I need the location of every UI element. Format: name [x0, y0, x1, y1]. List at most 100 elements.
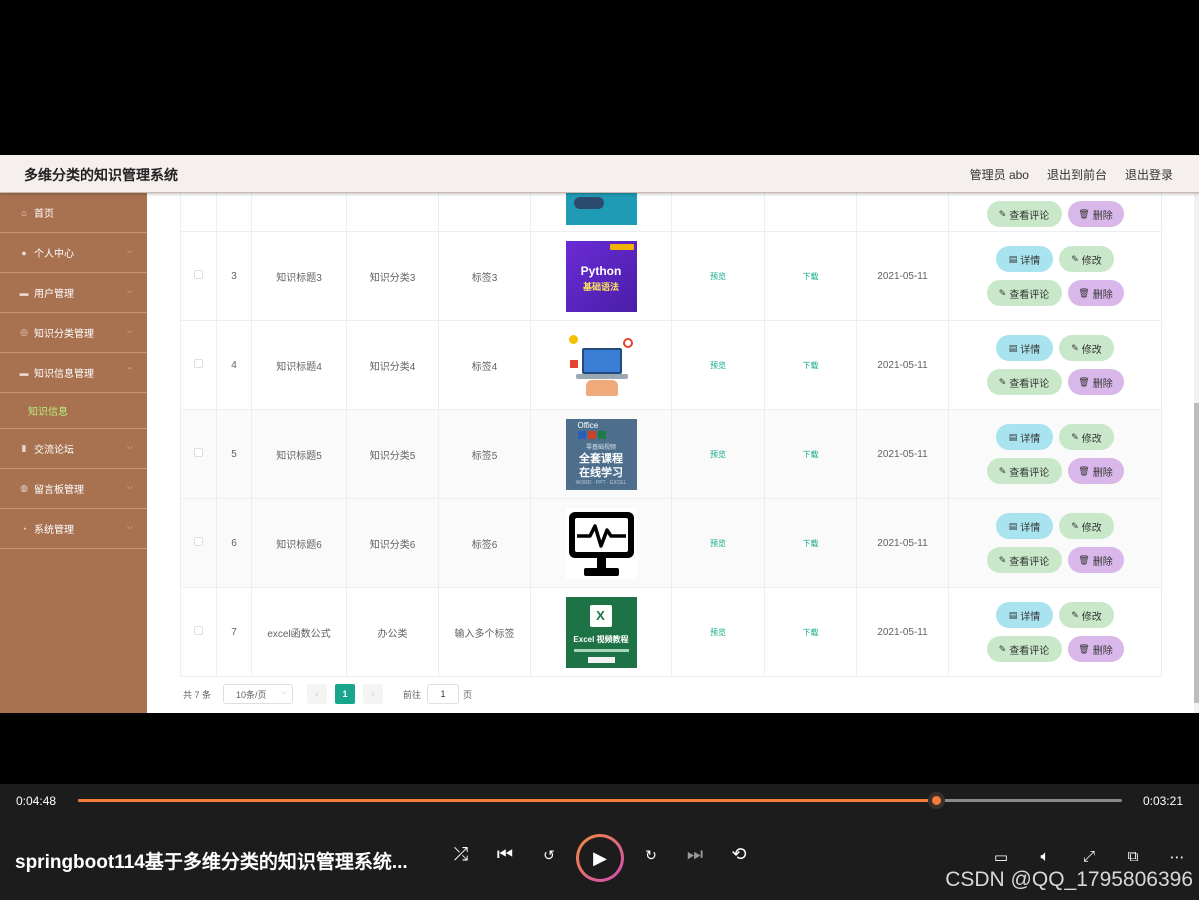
prev-page-button[interactable]: ‹	[307, 684, 328, 704]
download-link[interactable]: 下载	[803, 628, 819, 637]
seek-bar[interactable]	[78, 792, 1122, 809]
edit-icon: ✎	[1071, 609, 1079, 620]
mini-player-icon[interactable]: ⧉	[1122, 848, 1144, 865]
page-scrollbar[interactable]	[1194, 193, 1199, 713]
sidebar-item-home[interactable]: ⌂ 首页	[0, 193, 147, 233]
view-comments-button[interactable]: ✎ 查看评论	[986, 636, 1062, 662]
next-page-button[interactable]: ›	[363, 684, 384, 704]
edit-button[interactable]: ✎ 修改	[1059, 424, 1114, 450]
delete-button[interactable]: 🗑 删除	[1067, 547, 1124, 573]
view-comments-button[interactable]: ✎ 查看评论	[986, 201, 1062, 227]
row-checkbox[interactable]	[194, 537, 203, 546]
row-title: 知识标题4	[251, 320, 347, 410]
edit-button[interactable]: ✎ 修改	[1059, 602, 1114, 628]
forward-30-icon[interactable]: ↻	[639, 847, 663, 864]
detail-button[interactable]: ▤ 详情	[996, 602, 1053, 628]
delete-button[interactable]: 🗑 删除	[1067, 280, 1124, 306]
row-tag: 输入多个标签	[438, 587, 531, 677]
sidebar: ⌂ 首页 ● 个人中心 ⌵ ▬ 用户管理 ⌵ ◎ 知识分类管理 ⌵ ▬ 知识信息管理 ⌃ 知识信息…	[0, 193, 147, 713]
scrollbar-thumb[interactable]	[1194, 403, 1199, 703]
sidebar-item-profile[interactable]: ● 个人中心 ⌵	[0, 233, 147, 273]
repeat-off-icon[interactable]: ⟲	[727, 844, 751, 865]
edit-icon: ✎	[998, 465, 1007, 476]
download-link[interactable]: 下载	[803, 272, 819, 281]
row-id: 5	[216, 409, 252, 499]
preview-link[interactable]: 预览	[710, 450, 726, 459]
row-date: 2021-05-11	[856, 320, 949, 410]
table-row: 3 知识标题3 知识分类3 标签3 Python 基础语法 预览 下载 2021…	[180, 231, 1162, 321]
seek-handle[interactable]	[928, 792, 946, 809]
download-link[interactable]: 下载	[803, 539, 819, 548]
row-tag: 标签5	[438, 409, 531, 499]
view-comments-button[interactable]: ✎ 查看评论	[986, 369, 1062, 395]
view-comments-button[interactable]: ✎ 查看评论	[986, 280, 1062, 306]
detail-button[interactable]: ▤ 详情	[996, 424, 1053, 450]
page-number-button[interactable]: 1	[335, 684, 356, 704]
clock-icon: ◔	[21, 523, 27, 534]
edit-button[interactable]: ✎ 修改	[1059, 335, 1114, 361]
page-suffix-label: 页	[463, 689, 473, 700]
goto-page-input[interactable]: 1	[427, 684, 460, 704]
preview-link[interactable]: 预览	[710, 539, 726, 548]
header-actions: 管理员 abo 退出到前台 退出登录	[970, 166, 1173, 183]
logout-link[interactable]: 退出登录	[1125, 166, 1173, 183]
thumbnail-image: X Excel 视频教程	[565, 596, 637, 668]
row-checkbox[interactable]	[194, 448, 203, 457]
current-user-label: 管理员 abo	[969, 168, 1029, 182]
sidebar-item-category[interactable]: ◎ 知识分类管理 ⌵	[0, 313, 147, 353]
trash-icon: 🗑	[1078, 465, 1090, 476]
edit-icon: ✎	[1071, 520, 1079, 531]
edit-button[interactable]: ✎ 修改	[1059, 246, 1114, 272]
monitor-heartbeat-icon	[565, 507, 637, 579]
sidebar-item-users[interactable]: ▬ 用户管理 ⌵	[0, 273, 147, 313]
sidebar-item-forum[interactable]: ▮ 交流论坛 ⌵	[0, 429, 147, 469]
shuffle-icon[interactable]: ⤮	[449, 844, 473, 865]
fullscreen-icon[interactable]: ⤢	[1078, 848, 1100, 865]
preview-link[interactable]: 预览	[710, 361, 726, 370]
list-icon: ▬	[19, 367, 29, 378]
detail-button[interactable]: ▤ 详情	[996, 246, 1053, 272]
sidebar-subitem-knowledge-info[interactable]: 知识信息	[0, 393, 147, 429]
row-id: 7	[216, 587, 252, 677]
chevron-down-icon: ⌵	[126, 442, 133, 451]
delete-button[interactable]: 🗑 删除	[1067, 201, 1124, 227]
trash-icon: 🗑	[1078, 554, 1090, 565]
subtitles-icon[interactable]: ▭	[990, 848, 1012, 866]
chevron-down-icon: ⌵	[126, 482, 133, 491]
view-comments-button[interactable]: ✎ 查看评论	[986, 458, 1062, 484]
row-id: 4	[216, 320, 252, 410]
play-button[interactable]: ▶	[576, 834, 624, 882]
detail-button[interactable]: ▤ 详情	[996, 335, 1053, 361]
preview-link[interactable]: 预览	[710, 628, 726, 637]
view-comments-button[interactable]: ✎ 查看评论	[986, 547, 1062, 573]
page-size-select[interactable]: 10条/页 ⌵	[223, 684, 294, 704]
delete-button[interactable]: 🗑 删除	[1067, 369, 1124, 395]
sidebar-item-system[interactable]: ◔ 系统管理 ⌵	[0, 509, 147, 549]
row-date: 2021-05-11	[856, 498, 949, 588]
more-options-icon[interactable]: ⋯	[1166, 848, 1188, 866]
table-row: 5 知识标题5 知识分类5 标签5 Office 零基础视频 全套课程 在线学习	[180, 409, 1162, 499]
chevron-down-icon: ⌵	[126, 326, 133, 335]
rewind-10-icon[interactable]: ↺	[537, 847, 561, 864]
trash-icon: 🗑	[1078, 643, 1090, 654]
row-checkbox[interactable]	[194, 270, 203, 279]
row-title: excel函数公式	[251, 587, 347, 677]
detail-button[interactable]: ▤ 详情	[996, 513, 1053, 539]
edit-button[interactable]: ✎ 修改	[1059, 513, 1114, 539]
sidebar-item-knowledge[interactable]: ▬ 知识信息管理 ⌃	[0, 353, 147, 393]
volume-icon[interactable]: 🔈︎	[1034, 848, 1056, 865]
row-checkbox[interactable]	[194, 626, 203, 635]
row-checkbox[interactable]	[194, 359, 203, 368]
row-date: 2021-05-11	[856, 587, 949, 677]
download-link[interactable]: 下载	[803, 450, 819, 459]
previous-track-icon[interactable]: ⏮	[493, 844, 517, 865]
row-title: 知识标题5	[251, 409, 347, 499]
exit-to-front-link[interactable]: 退出到前台	[1047, 166, 1107, 183]
preview-link[interactable]: 预览	[710, 272, 726, 281]
chevron-down-icon: ⌵	[126, 522, 133, 531]
download-link[interactable]: 下载	[803, 361, 819, 370]
next-track-icon[interactable]: ⏭	[683, 844, 707, 865]
delete-button[interactable]: 🗑 删除	[1067, 458, 1124, 484]
delete-button[interactable]: 🗑 删除	[1067, 636, 1124, 662]
sidebar-item-messages[interactable]: ◍ 留言板管理 ⌵	[0, 469, 147, 509]
